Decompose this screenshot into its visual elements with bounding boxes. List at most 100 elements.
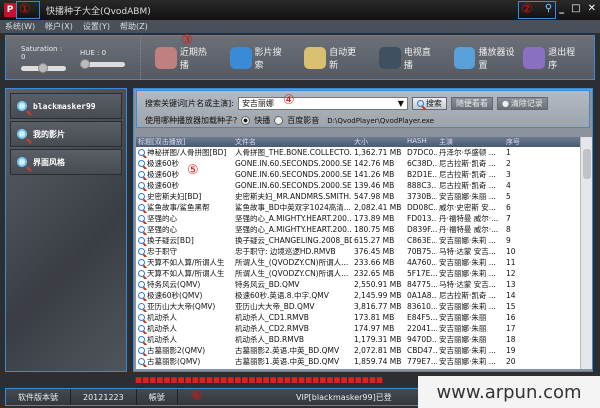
menu-settings[interactable]: 设置(Y)	[83, 21, 110, 32]
table-row[interactable]: 亚历山大大帝(QMV) 亚历山大大帝_BD.QMV 3,816.77 MB 83610…	[136, 301, 580, 312]
magnifier-icon	[138, 237, 145, 244]
cell: 鲨鱼故事_BD中英双字1024高清...	[235, 203, 351, 212]
magnifier-icon	[138, 303, 145, 310]
sidebar-item-account[interactable]: blackmasker99	[10, 93, 122, 119]
table-row[interactable]: 天算不如人算/所谓人生 所谓人生_(QVODZY.CN)所谓人... 232.65 …	[136, 268, 580, 279]
menu-system[interactable]: 系统(W)	[5, 21, 35, 32]
annotation-2: ②	[521, 2, 533, 17]
notice-text: ■■■■■■■■■■■■■■■■■■■■■■■■■■■■■■■■■■■	[135, 375, 384, 384]
magnifier-icon	[138, 182, 145, 189]
table-row[interactable]: 机动杀人 机动杀人_BD.RMVB 1,179.31 MB 9470D... 安吉丽娜·…	[136, 334, 580, 345]
cell: GONE.IN.60.SECONDS.2000.SE.X...	[235, 181, 352, 190]
minimize-button[interactable]: _	[559, 3, 564, 14]
cell: 779E7...	[407, 357, 437, 366]
cell: 173.81 MB	[354, 313, 395, 322]
sidebar-item-skin[interactable]: 界面风格	[10, 149, 122, 175]
maximize-button[interactable]: □	[571, 3, 580, 14]
magnifier-icon	[138, 171, 145, 178]
cell: 141.26 MB	[354, 170, 395, 179]
table-row[interactable]: 坚强的心 坚强的心_A.MIGHTY.HEART.200... 180.75 MB D…	[136, 224, 580, 235]
cell-title: 极速60秒	[136, 180, 233, 191]
table-row[interactable]: 古墓丽影(QMV) 古墓丽影1.英语.中英_BD.QMV 1,859.74 MB 77…	[136, 356, 580, 367]
tool-button-0[interactable]: 近期热播	[155, 45, 216, 71]
cell: 142.76 MB	[354, 159, 395, 168]
info-icon	[229, 46, 252, 69]
table-row[interactable]: 极速60秒 GONE.IN.60.SECONDS.2000.SE.X...139.…	[136, 180, 580, 191]
dropdown-arrow-icon[interactable]: ▼	[398, 99, 404, 108]
table-row[interactable]: 特务风云(QMV) 特务风云_BD.QMV 2,550.91 MB 84775... 马…	[136, 279, 580, 290]
random-button[interactable]: 随便看看	[450, 97, 493, 110]
menu-account[interactable]: 帐户(X)	[45, 21, 73, 32]
table-row[interactable]: 古墓丽影2(QMV) 古墓丽影2.英语.中英_BD.QMV 2,072.81 MB C…	[136, 345, 580, 356]
player-path: D:\QvodPlayer\QvodPlayer.exe	[327, 116, 435, 125]
col-actor[interactable]: 主演	[437, 137, 504, 147]
cell: 所谓人生_(QVODZY.CN)所谓人...	[235, 269, 349, 278]
window-title: 快播种子大全(QvodABM)	[46, 6, 151, 17]
cell: 安吉丽娜·朱莉 ...	[439, 357, 496, 366]
cell-title: 机动杀人	[136, 334, 233, 345]
table-row[interactable]: 神秘拼图/人骨拼图[BD] 人骨拼图_THE.BONE.COLLECTO... 1,…	[136, 147, 580, 158]
col-index[interactable]: 序号	[504, 137, 534, 147]
exit-button[interactable]: 退出程序	[523, 45, 584, 71]
radio-baidu[interactable]	[274, 116, 284, 125]
search-input[interactable]: 安吉丽娜 ▼	[237, 97, 408, 110]
cell: 2	[506, 159, 511, 168]
annotation-1: ①	[19, 2, 31, 17]
saturation-slider[interactable]	[21, 62, 66, 73]
cell: 174.97 MB	[354, 324, 395, 333]
sidebar-item-my-movies[interactable]: 我的影片	[10, 121, 122, 147]
cell: 换子疑云_CHANGELING.2008_BD...	[235, 236, 352, 245]
cell: 84775...	[407, 280, 437, 289]
radio-qvod[interactable]	[241, 116, 251, 125]
magnifier-icon	[138, 248, 145, 255]
search-label: 搜索关键词[片名或主演]:	[145, 99, 234, 108]
tool-button-3[interactable]: 电视直播	[378, 45, 440, 71]
cell-title: 忠于职守	[136, 246, 233, 257]
cell: 9470D...	[407, 335, 437, 344]
close-button[interactable]: ✕	[588, 3, 596, 14]
cell: 173.89 MB	[354, 214, 395, 223]
cell: 4A760...	[407, 258, 437, 267]
tool-button-4[interactable]: 播放器设置	[453, 45, 524, 71]
table-row[interactable]: 极速60秒 GONE.IN.60.SECONDS.2000.SE.X...142.…	[136, 158, 580, 169]
sidebar-item-label: 我的影片	[33, 129, 65, 139]
table-row[interactable]: 天算不如人算/所谓人生 所谓人生_(QVODZY.CN)所谓人... 233.66 …	[136, 257, 580, 268]
table-row[interactable]: 机动杀人 机动杀人_CD1.RMVB 173.81 MB E84F5... 安吉丽娜·朱…	[136, 312, 580, 323]
table-row[interactable]: 机动杀人 机动杀人_CD2.RMVB 174.97 MB 22041... 安吉丽娜·朱…	[136, 323, 580, 334]
clear-history-button[interactable]: ● 清除记录	[496, 97, 548, 110]
cell: D7DC0...	[407, 148, 437, 157]
table-row[interactable]: 极速60秒 GONE.IN.60.SECONDS.2000.SE.X...141.…	[136, 169, 580, 180]
tool-button-1[interactable]: 影片搜索	[229, 45, 291, 71]
col-title[interactable]: 标题[双击播放]	[136, 137, 233, 147]
tool-button-2[interactable]: 自动更新	[304, 45, 365, 71]
search-panel: 搜索关键词[片名或主演]: 安吉丽娜 ▼ 搜索 随便看看 ● 清除记录 使用哪种播放…	[136, 90, 590, 128]
table-row[interactable]: 极速60秒(QMV) 极速60秒.英语.8.中字.QMV 2,145.99 MB 0A…	[136, 290, 580, 301]
table-row[interactable]: 换子疑云[BD] 换子疑云_CHANGELING.2008_BD... 615.27…	[136, 235, 580, 246]
tool-label: 影片搜索	[254, 47, 282, 71]
magnifier-icon	[138, 270, 145, 277]
menu-help[interactable]: 帮助(Z)	[120, 21, 148, 32]
cell: 安吉丽娜·朱莉 ...	[439, 269, 496, 278]
table-row[interactable]: 史密斯夫妇[BD] 史密斯夫妇_MR.ANDMRS.SMITH... 547.98 …	[136, 191, 580, 202]
tool-label: 近期热播	[179, 47, 207, 71]
scrollbar-thumb[interactable]	[583, 149, 591, 179]
menu-bar: 系统(W) 帐户(X) 设置(Y) 帮助(Z)	[0, 20, 600, 33]
search-button[interactable]: 搜索	[411, 97, 447, 110]
cell: 70B75...	[407, 247, 437, 256]
hue-slider[interactable]	[80, 58, 125, 69]
cell: 丹泽尔·华盛顿 ...	[439, 148, 496, 157]
table-row[interactable]: 忠于职守 忠于职守: 边境巡逻HD.RMVB 376.45 MB 70B75... 马特…	[136, 246, 580, 257]
cell: 坚强的心_A.MIGHTY.HEART.200...	[235, 214, 352, 223]
cell: 安吉丽娜·朱莉 ...	[439, 346, 496, 355]
magnifier-icon	[138, 160, 145, 167]
title-text: 史密斯夫妇[BD]	[147, 192, 202, 201]
col-filename[interactable]: 文件名	[233, 137, 352, 147]
title-text: 亚历山大大帝(QMV)	[147, 302, 216, 311]
table-scrollbar[interactable]	[580, 137, 592, 369]
table-row[interactable]: 坚强的心 坚强的心_A.MIGHTY.HEART.200... 173.89 MB F…	[136, 213, 580, 224]
table-row[interactable]: 鲨鱼故事/鲨鱼黑帮 鲨鱼故事_BD中英双字1024高清... 2,082.41 MB…	[136, 202, 580, 213]
cell: 尼古拉斯·凯奇 ...	[439, 170, 496, 179]
col-size[interactable]: 大小	[352, 137, 405, 147]
col-hash[interactable]: HASH	[405, 137, 437, 147]
exit-icon	[523, 46, 546, 69]
